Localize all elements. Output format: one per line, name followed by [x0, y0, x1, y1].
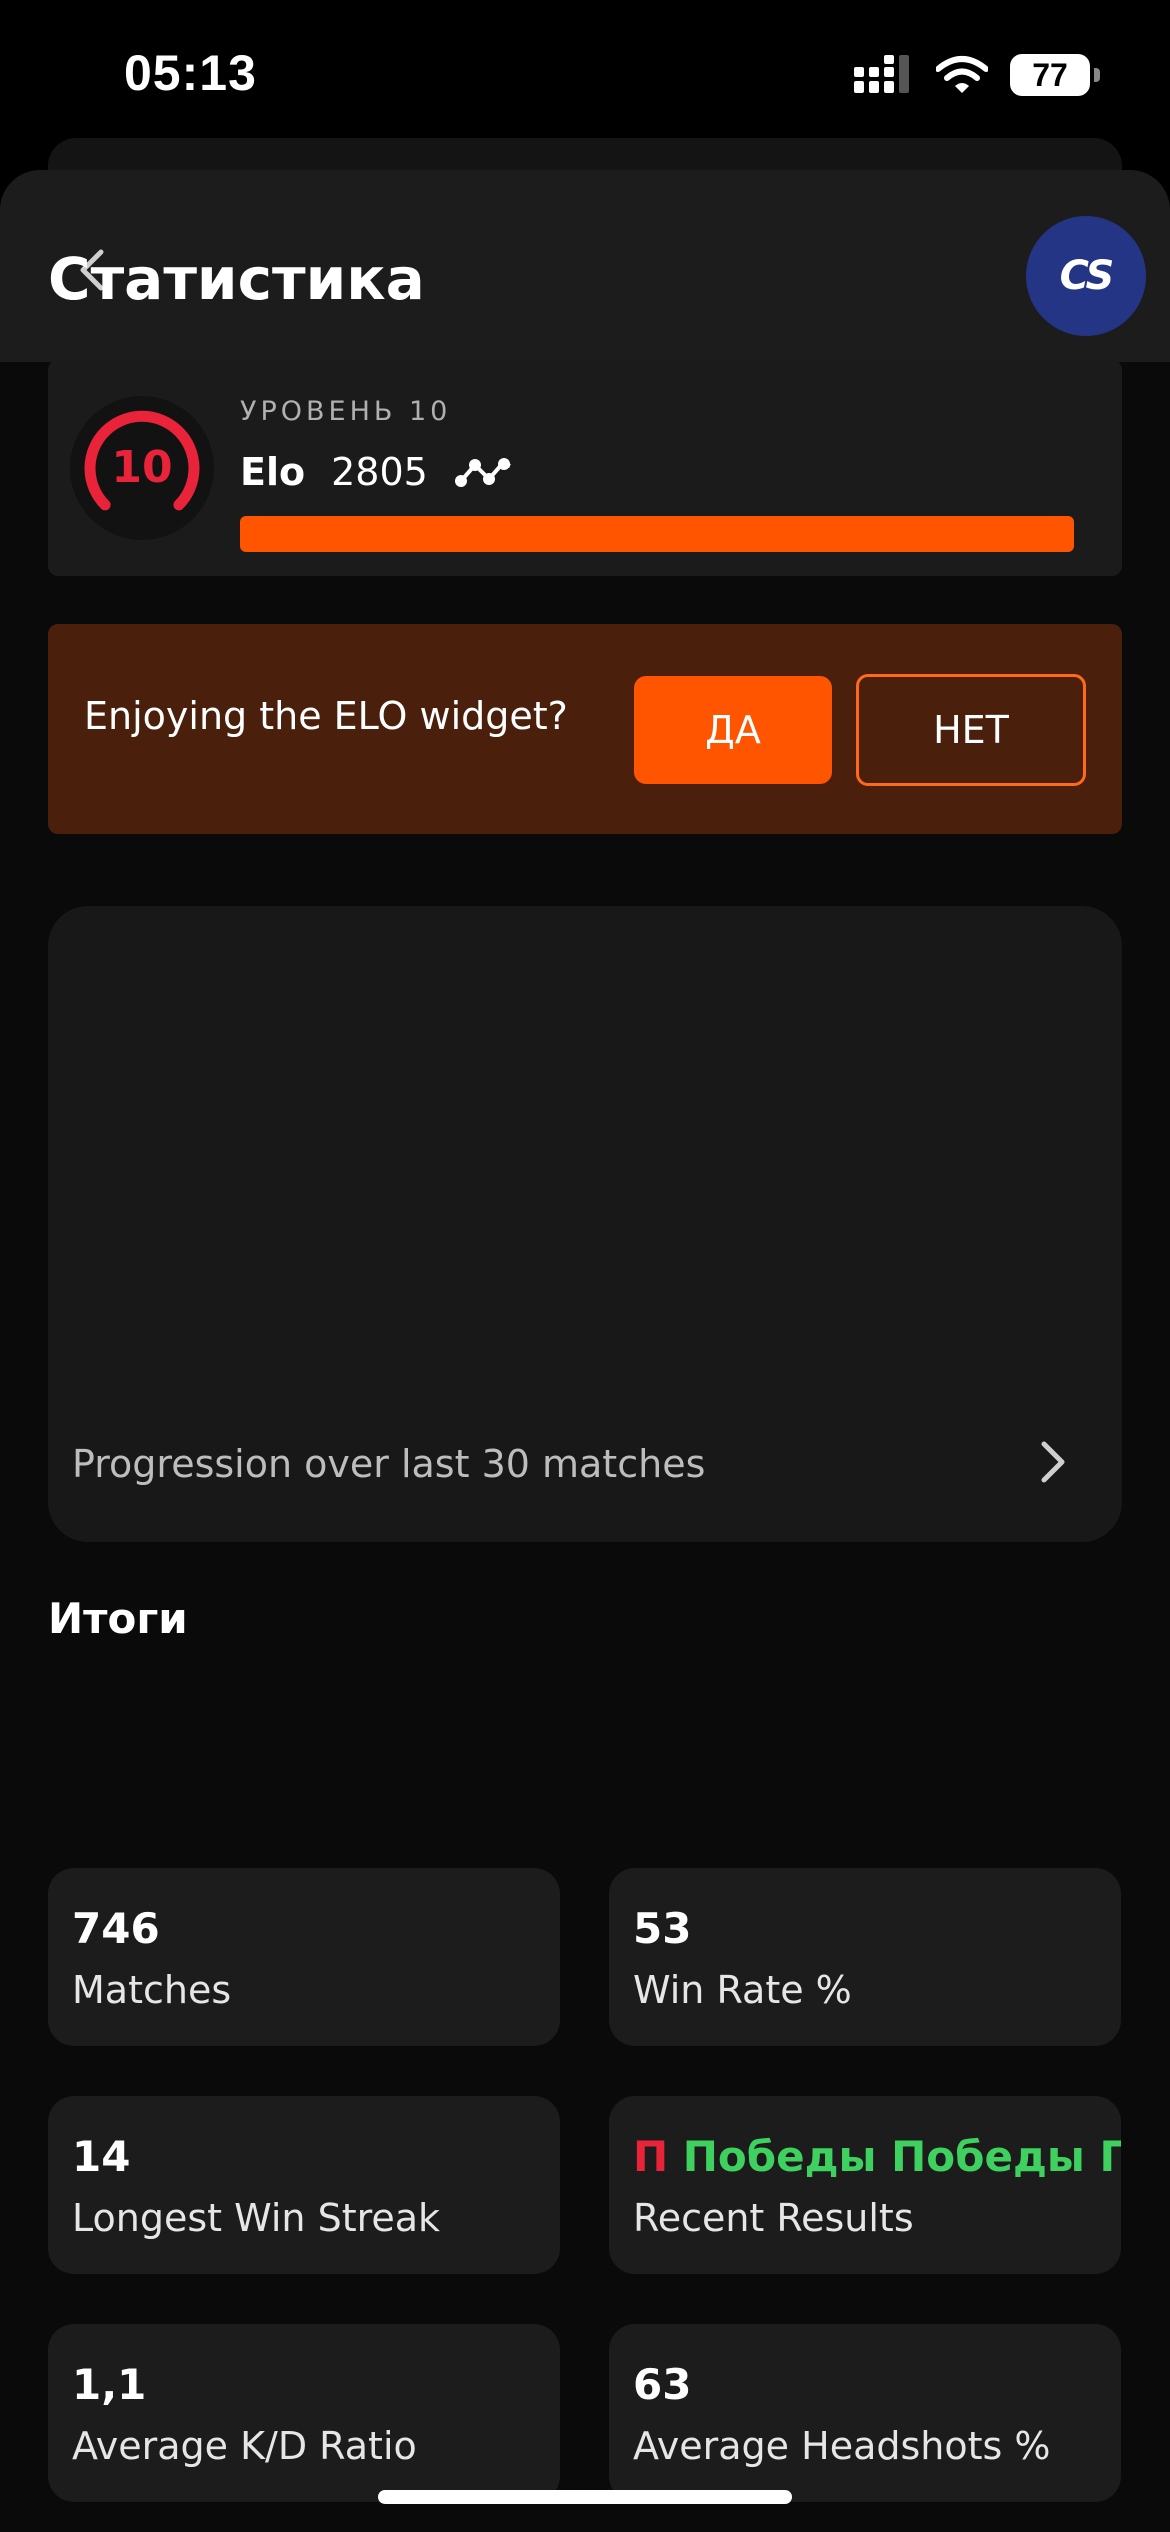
- widget-feedback-question: Enjoying the ELO widget?: [84, 694, 568, 738]
- no-button[interactable]: НЕТ: [856, 674, 1086, 786]
- elo-progress-bar: [240, 516, 1074, 552]
- level-label: УРОВЕНЬ 10: [240, 396, 452, 427]
- chevron-right-icon: [1041, 1441, 1065, 1483]
- stat-card-headshots: 63 Average Headshots %: [609, 2324, 1121, 2502]
- stat-label: Win Rate %: [633, 1968, 852, 2012]
- battery-level: 77: [1032, 56, 1068, 93]
- home-indicator[interactable]: [378, 2490, 792, 2504]
- wifi-icon: [936, 56, 988, 93]
- stat-value: 1,1: [72, 2360, 147, 2409]
- elo-label: Elo: [240, 450, 306, 494]
- status-time: 05:13: [124, 45, 257, 101]
- stat-card-longest-win-streak: 14 Longest Win Streak: [48, 2096, 560, 2274]
- stat-card-recent-results: П Победы Победы Победы Recent Results: [609, 2096, 1121, 2274]
- result-win: Победы: [682, 2132, 877, 2181]
- elo-row: Elo 2805: [240, 450, 516, 494]
- widget-feedback-card: Enjoying the ELO widget? ДА НЕТ: [48, 624, 1122, 834]
- stat-value: 746: [72, 1904, 160, 1953]
- result-win: Победы: [891, 2132, 1085, 2181]
- stat-value: 14: [72, 2132, 131, 2181]
- level-number: 10: [111, 442, 172, 493]
- elo-progression-chart: 30002950290028502800: [48, 906, 1122, 1426]
- game-badge-cs2[interactable]: CS: [1026, 216, 1146, 336]
- level-card: 10 УРОВЕНЬ 10 Elo 2805: [48, 360, 1122, 576]
- stat-value: 63: [633, 2360, 692, 2409]
- level-10-icon: 10: [70, 396, 214, 540]
- stat-card-kd-ratio: 1,1 Average K/D Ratio: [48, 2324, 560, 2502]
- stat-label: Average Headshots %: [633, 2424, 1051, 2468]
- game-badge-label: CS: [1059, 253, 1115, 299]
- recent-results-row: П Победы Победы Победы: [633, 2132, 1121, 2181]
- status-icons: 77: [854, 54, 1100, 96]
- stat-label: Matches: [72, 1968, 232, 2012]
- result-win: Победы: [1099, 2132, 1121, 2181]
- status-bar: 05:13 77: [0, 0, 1170, 150]
- battery-icon: 77: [1010, 54, 1100, 96]
- page-title: Статистика: [48, 245, 425, 313]
- elo-trend-icon: [454, 458, 511, 487]
- cellular-signal-icon: [854, 55, 909, 93]
- summary-title: Итоги: [48, 1594, 188, 1643]
- stat-label: Average K/D Ratio: [72, 2424, 417, 2468]
- result-loss: П: [633, 2132, 669, 2181]
- stat-value: 53: [633, 1904, 692, 1953]
- stat-label: Recent Results: [633, 2196, 914, 2240]
- yes-button[interactable]: ДА: [634, 676, 832, 784]
- stat-card-matches: 746 Matches: [48, 1868, 560, 2046]
- chart-caption: Progression over last 30 matches: [72, 1442, 706, 1486]
- elo-value: 2805: [331, 450, 428, 494]
- elo-progression-card[interactable]: 30002950290028502800 Progression over la…: [48, 906, 1122, 1542]
- stat-label: Longest Win Streak: [72, 2196, 441, 2240]
- stat-card-win-rate: 53 Win Rate %: [609, 1868, 1121, 2046]
